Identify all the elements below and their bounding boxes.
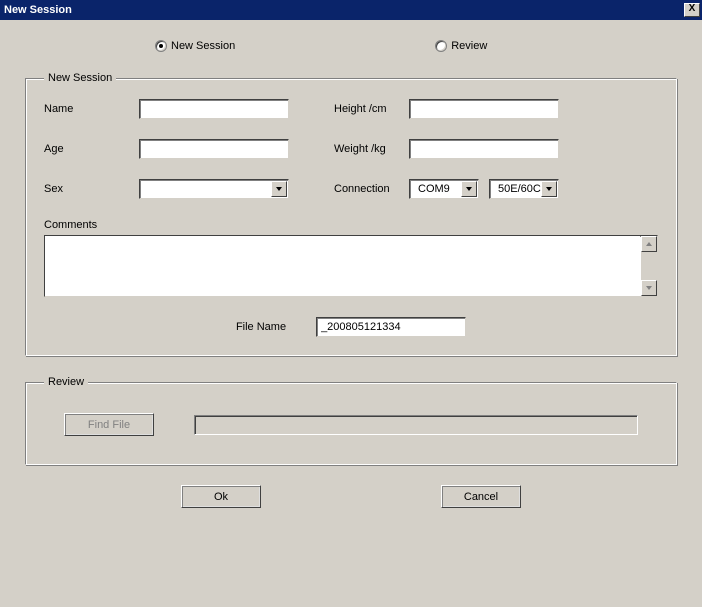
cancel-button[interactable]: Cancel bbox=[441, 485, 521, 508]
name-input[interactable] bbox=[139, 99, 289, 119]
label-file-name: File Name bbox=[236, 321, 286, 333]
scroll-down-icon[interactable] bbox=[641, 280, 657, 296]
window-title: New Session bbox=[4, 4, 72, 16]
new-session-legend: New Session bbox=[44, 72, 116, 84]
ok-button[interactable]: Ok bbox=[181, 485, 261, 508]
mode-radio-row: New Session Review bbox=[25, 40, 677, 52]
label-weight: Weight /kg bbox=[334, 143, 409, 155]
chevron-down-icon bbox=[461, 181, 477, 197]
review-path-display bbox=[194, 415, 638, 435]
scrollbar-vertical[interactable] bbox=[641, 236, 657, 296]
comments-textarea[interactable] bbox=[45, 236, 640, 296]
model-select[interactable]: 50E/60C bbox=[489, 179, 559, 199]
connection-select[interactable]: COM9 bbox=[409, 179, 479, 199]
height-input[interactable] bbox=[409, 99, 559, 119]
radio-icon bbox=[155, 40, 167, 52]
file-name-input[interactable] bbox=[316, 317, 466, 337]
model-select-value: 50E/60C bbox=[494, 183, 545, 195]
close-button[interactable]: X bbox=[684, 3, 700, 17]
weight-input[interactable] bbox=[409, 139, 559, 159]
radio-new-session[interactable]: New Session bbox=[155, 40, 235, 52]
label-name: Name bbox=[44, 103, 139, 115]
label-height: Height /cm bbox=[334, 103, 409, 115]
review-legend: Review bbox=[44, 376, 88, 388]
bottom-button-row: Ok Cancel bbox=[25, 485, 677, 508]
comments-wrap bbox=[44, 235, 658, 297]
label-comments: Comments bbox=[44, 219, 658, 231]
radio-icon bbox=[435, 40, 447, 52]
age-input[interactable] bbox=[139, 139, 289, 159]
sex-select[interactable] bbox=[139, 179, 289, 199]
close-icon: X bbox=[689, 3, 696, 14]
label-sex: Sex bbox=[44, 183, 139, 195]
chevron-down-icon bbox=[541, 181, 557, 197]
scroll-up-icon[interactable] bbox=[641, 236, 657, 252]
content-area: New Session Review New Session Name Heig… bbox=[0, 20, 702, 518]
radio-review[interactable]: Review bbox=[435, 40, 487, 52]
chevron-down-icon bbox=[271, 181, 287, 197]
radio-review-label: Review bbox=[451, 40, 487, 52]
new-session-groupbox: New Session Name Height /cm Age Weight /… bbox=[25, 72, 677, 356]
label-connection: Connection bbox=[334, 183, 409, 195]
label-age: Age bbox=[44, 143, 139, 155]
titlebar: New Session X bbox=[0, 0, 702, 20]
review-groupbox: Review Find File bbox=[25, 376, 677, 465]
radio-new-session-label: New Session bbox=[171, 40, 235, 52]
filename-row: File Name bbox=[44, 317, 658, 337]
find-file-button[interactable]: Find File bbox=[64, 413, 154, 436]
connection-select-value: COM9 bbox=[414, 183, 454, 195]
